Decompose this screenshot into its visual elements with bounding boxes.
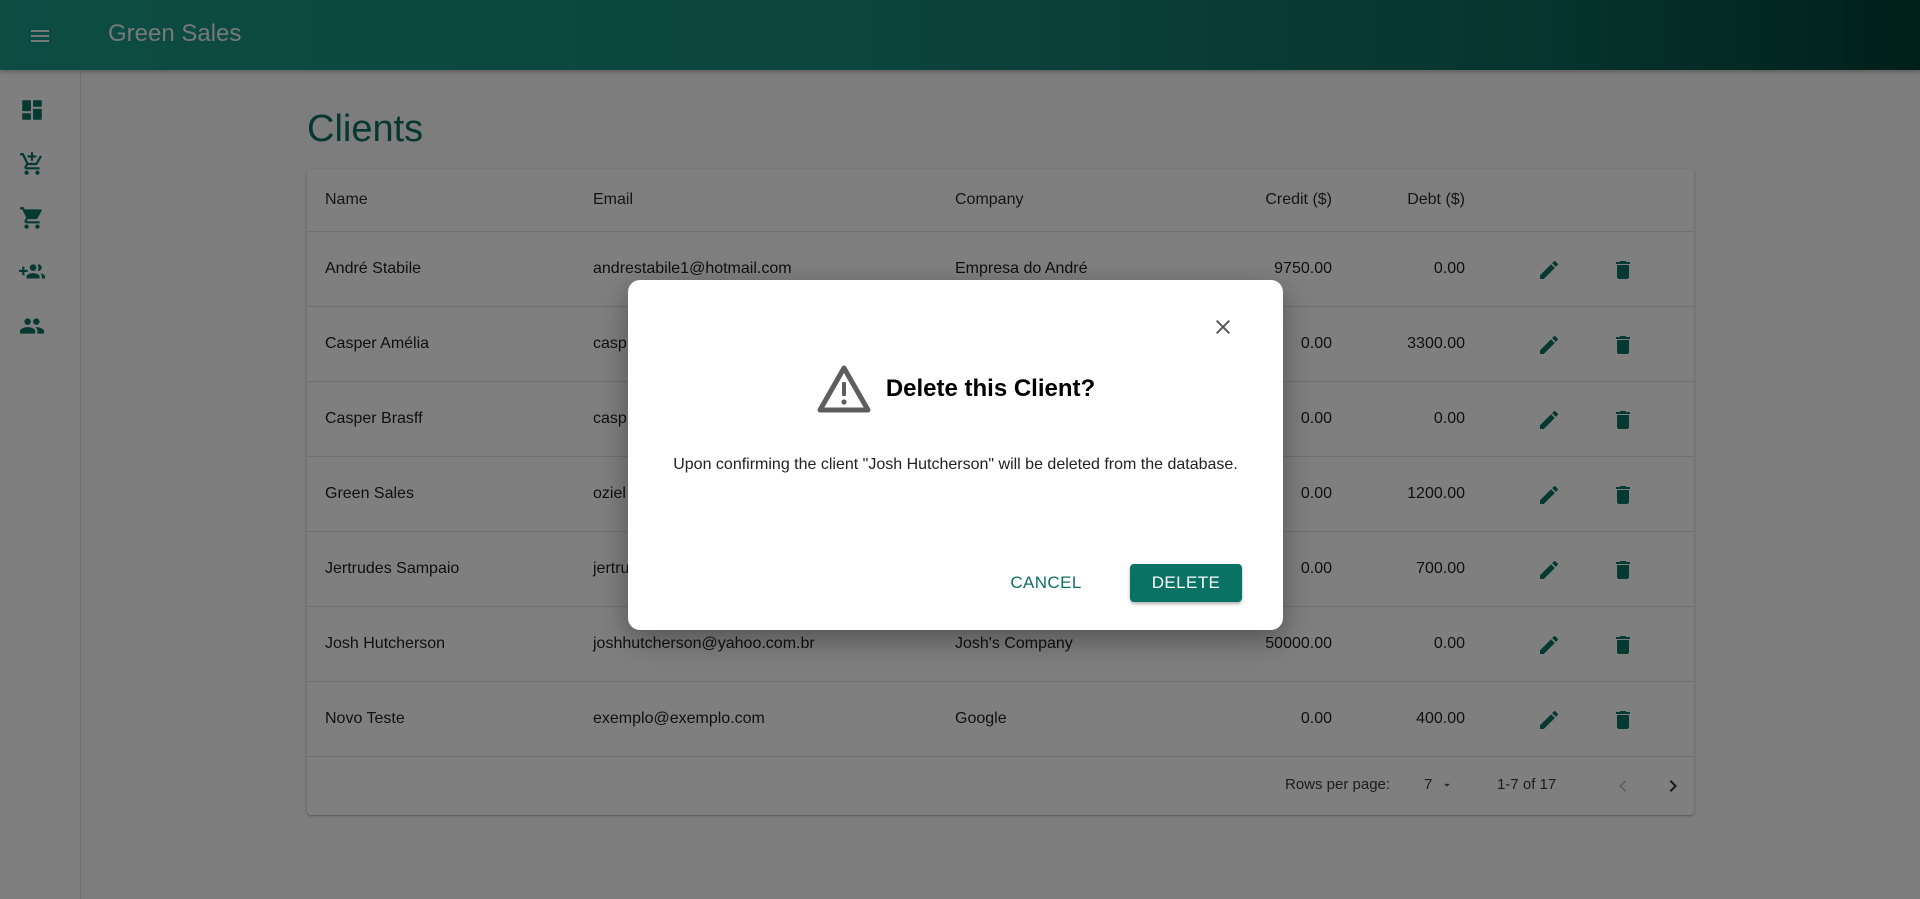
dialog-header: Delete this Client? bbox=[628, 364, 1283, 414]
cancel-button[interactable]: CANCEL bbox=[986, 564, 1106, 602]
warning-icon bbox=[817, 365, 871, 413]
dialog-message: Upon confirming the client "Josh Hutcher… bbox=[673, 456, 1238, 473]
delete-button[interactable]: DELETE bbox=[1130, 564, 1242, 602]
delete-client-dialog: Delete this Client? Upon confirming the … bbox=[628, 280, 1283, 630]
close-dialog-button[interactable] bbox=[1206, 310, 1240, 344]
dialog-title: Delete this Client? bbox=[885, 375, 1096, 402]
close-icon bbox=[1216, 320, 1230, 334]
